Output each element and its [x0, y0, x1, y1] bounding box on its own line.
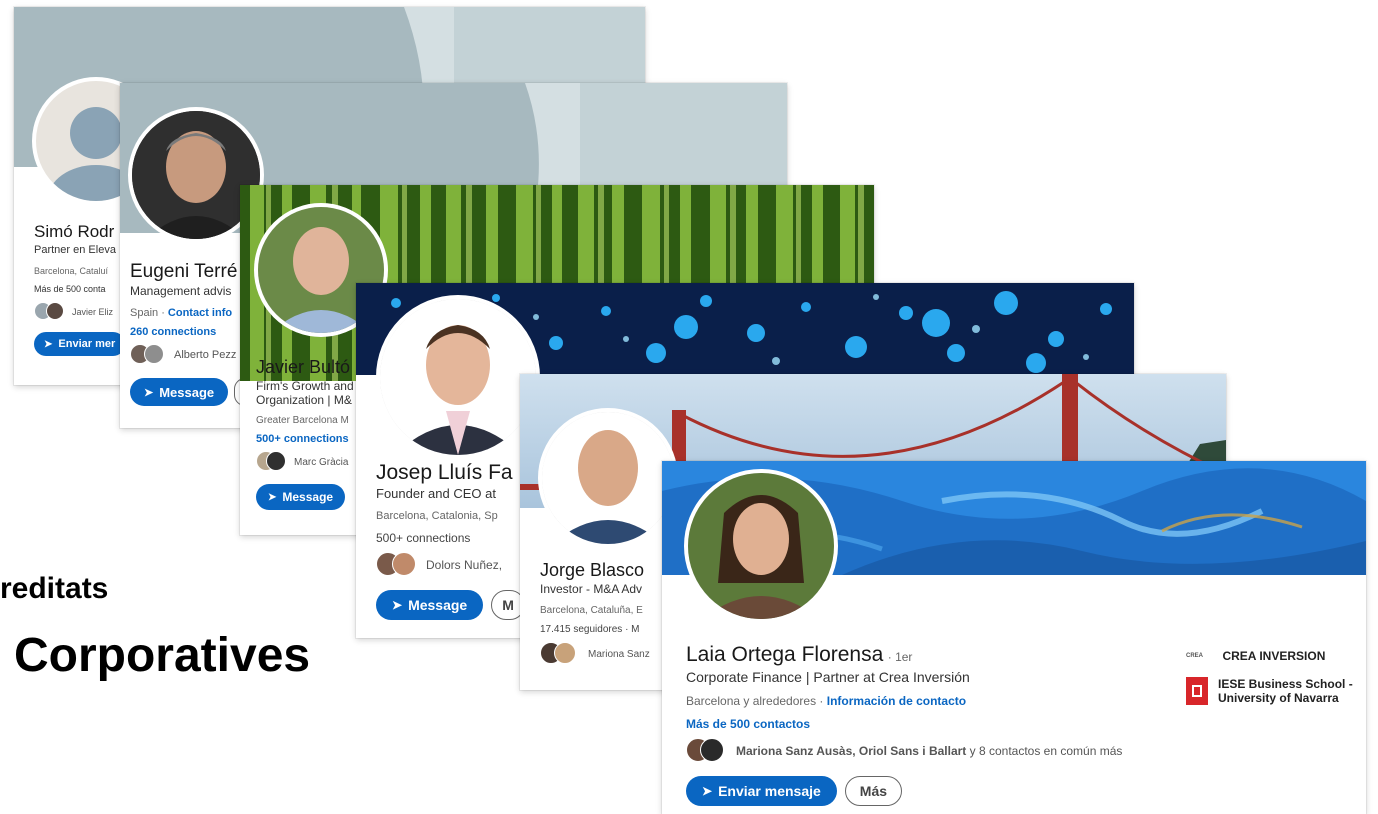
send-icon: ➤	[268, 491, 277, 503]
mutual-avatars	[256, 451, 288, 473]
mutual-names: Alberto Pezz	[174, 349, 237, 361]
more-button[interactable]: Más	[844, 776, 903, 806]
background-title-line2: Corporatives	[14, 629, 311, 682]
profile-connections[interactable]: Más de 500 conta	[34, 284, 125, 294]
location-row: Barcelona y alrededores · Información de…	[686, 694, 1122, 708]
company-name: CREA INVERSION	[1222, 648, 1326, 663]
profile-connections[interactable]: Más de 500 contactos	[686, 717, 1122, 731]
message-button[interactable]: ➤ Message	[376, 590, 484, 620]
profile-connections[interactable]: 500+ connections	[376, 531, 525, 545]
profile-headline: Corporate Finance | Partner at Crea Inve…	[686, 669, 970, 685]
mutual-names: Mariona Sanz	[588, 648, 650, 660]
iese-logo-icon	[1186, 677, 1208, 705]
profile-avatar[interactable]	[376, 295, 540, 459]
profile-avatar[interactable]	[538, 408, 678, 548]
profile-card-laia: Laia Ortega Florensa · 1er Corporate Fin…	[662, 461, 1366, 814]
mutual-avatar	[266, 451, 286, 471]
school-name: IESE Business School -	[1218, 677, 1353, 691]
button-label: Message	[282, 490, 334, 504]
contact-info-link[interactable]: Contact info	[168, 307, 232, 319]
crea-logo-icon: CREA	[1186, 652, 1204, 659]
profile-headline: Firm's Growth and	[256, 379, 354, 393]
mutual-rest: y 8 contactos en común más	[966, 744, 1123, 758]
mutual-avatar	[554, 642, 576, 664]
person-photo	[380, 299, 536, 455]
send-icon: ➤	[44, 338, 53, 350]
send-icon: ➤	[702, 784, 713, 798]
profile-location: Spain ·	[130, 307, 168, 319]
mutual-text: Mariona Sanz Ausàs, Oriol Sans i Ballart…	[736, 744, 1122, 758]
mutual-avatar	[144, 344, 164, 364]
mutual-connections[interactable]: Marc Gràcia	[256, 451, 354, 473]
profile-name[interactable]: Simó Rodr	[34, 222, 125, 242]
mutual-avatars	[686, 738, 728, 764]
button-label: Message	[159, 384, 215, 400]
person-photo	[688, 473, 834, 619]
mutual-avatars	[540, 642, 582, 666]
profile-connections[interactable]: 500+ connections	[256, 433, 354, 445]
location-row: Spain · Contact info	[130, 307, 256, 319]
mutual-names: Mariona Sanz Ausàs, Oriol Sans i Ballart	[736, 744, 967, 758]
mutual-connections[interactable]: Javier Eliz	[34, 302, 125, 322]
mutual-avatars	[130, 344, 168, 366]
person-photo	[542, 412, 674, 544]
mutual-connections[interactable]: Mariona Sanz Ausàs, Oriol Sans i Ballart…	[686, 738, 1122, 764]
profile-headline-line2: Organization | M&	[256, 393, 352, 407]
school-name-line2: University of Navarra	[1218, 691, 1339, 705]
send-icon: ➤	[392, 598, 403, 612]
mutual-names: Dolors Nuñez,	[426, 558, 503, 572]
mutual-names: Marc Gràcia	[294, 456, 349, 468]
message-button[interactable]: ➤ Message	[130, 378, 229, 406]
mutual-connections[interactable]: Dolors Nuñez,	[376, 552, 525, 578]
education-school[interactable]: IESE Business School - University of Nav…	[1186, 677, 1353, 705]
profile-name[interactable]: Jorge Blasco	[540, 560, 650, 581]
profile-headline: Management advis	[130, 284, 232, 298]
mutual-connections[interactable]: Mariona Sanz	[540, 642, 650, 666]
connection-degree: · 1er	[887, 650, 913, 664]
button-label: Message	[408, 597, 468, 613]
profile-headline: Partner en Eleva	[34, 244, 116, 256]
mutual-names: Javier Eliz	[72, 307, 114, 317]
mutual-avatar	[392, 552, 416, 576]
mutual-avatar	[700, 738, 724, 762]
profile-headline: Founder and CEO at	[376, 486, 496, 501]
profile-location: Barcelona, Catalonia, Sp	[376, 510, 498, 522]
profile-location: Barcelona, Cataluí	[34, 266, 109, 276]
profile-name[interactable]: Josep Lluís Fa	[376, 461, 525, 485]
send-message-button[interactable]: ➤ Enviar mensaje	[686, 776, 837, 806]
name-row: Laia Ortega Florensa · 1er	[686, 643, 1122, 667]
mutual-avatars	[34, 302, 66, 322]
mutual-avatars	[376, 552, 420, 578]
experience-company[interactable]: CREA CREA INVERSION	[1186, 647, 1325, 665]
button-label: M	[502, 597, 514, 613]
profile-name[interactable]: Laia Ortega Florensa	[686, 643, 883, 666]
message-button[interactable]: ➤ Message	[256, 484, 346, 510]
profile-avatar[interactable]	[684, 469, 838, 623]
profile-name[interactable]: Eugeni Terré	[130, 261, 256, 283]
profile-location: Greater Barcelona M	[256, 415, 349, 426]
profile-headline: Investor - M&A Adv	[540, 582, 643, 596]
background-title-line1: reditats	[0, 572, 109, 605]
send-message-button[interactable]: ➤ Enviar mer	[34, 332, 126, 356]
button-label: Enviar mer	[58, 338, 116, 350]
profile-followers[interactable]: 17.415 seguidores · M	[540, 624, 650, 635]
profile-location: Barcelona, Cataluña, E	[540, 605, 643, 616]
profile-connections[interactable]: 260 connections	[130, 326, 256, 338]
mutual-avatar	[46, 302, 64, 320]
profile-location: Barcelona y alrededores ·	[686, 694, 827, 708]
contact-info-link[interactable]: Información de contacto	[827, 694, 966, 708]
profile-name[interactable]: Javier Bultó	[256, 357, 354, 378]
button-label: Más	[859, 783, 888, 799]
button-label: Enviar mensaje	[718, 783, 821, 799]
send-icon: ➤	[144, 386, 154, 399]
mutual-connections[interactable]: Alberto Pezz	[130, 344, 256, 366]
